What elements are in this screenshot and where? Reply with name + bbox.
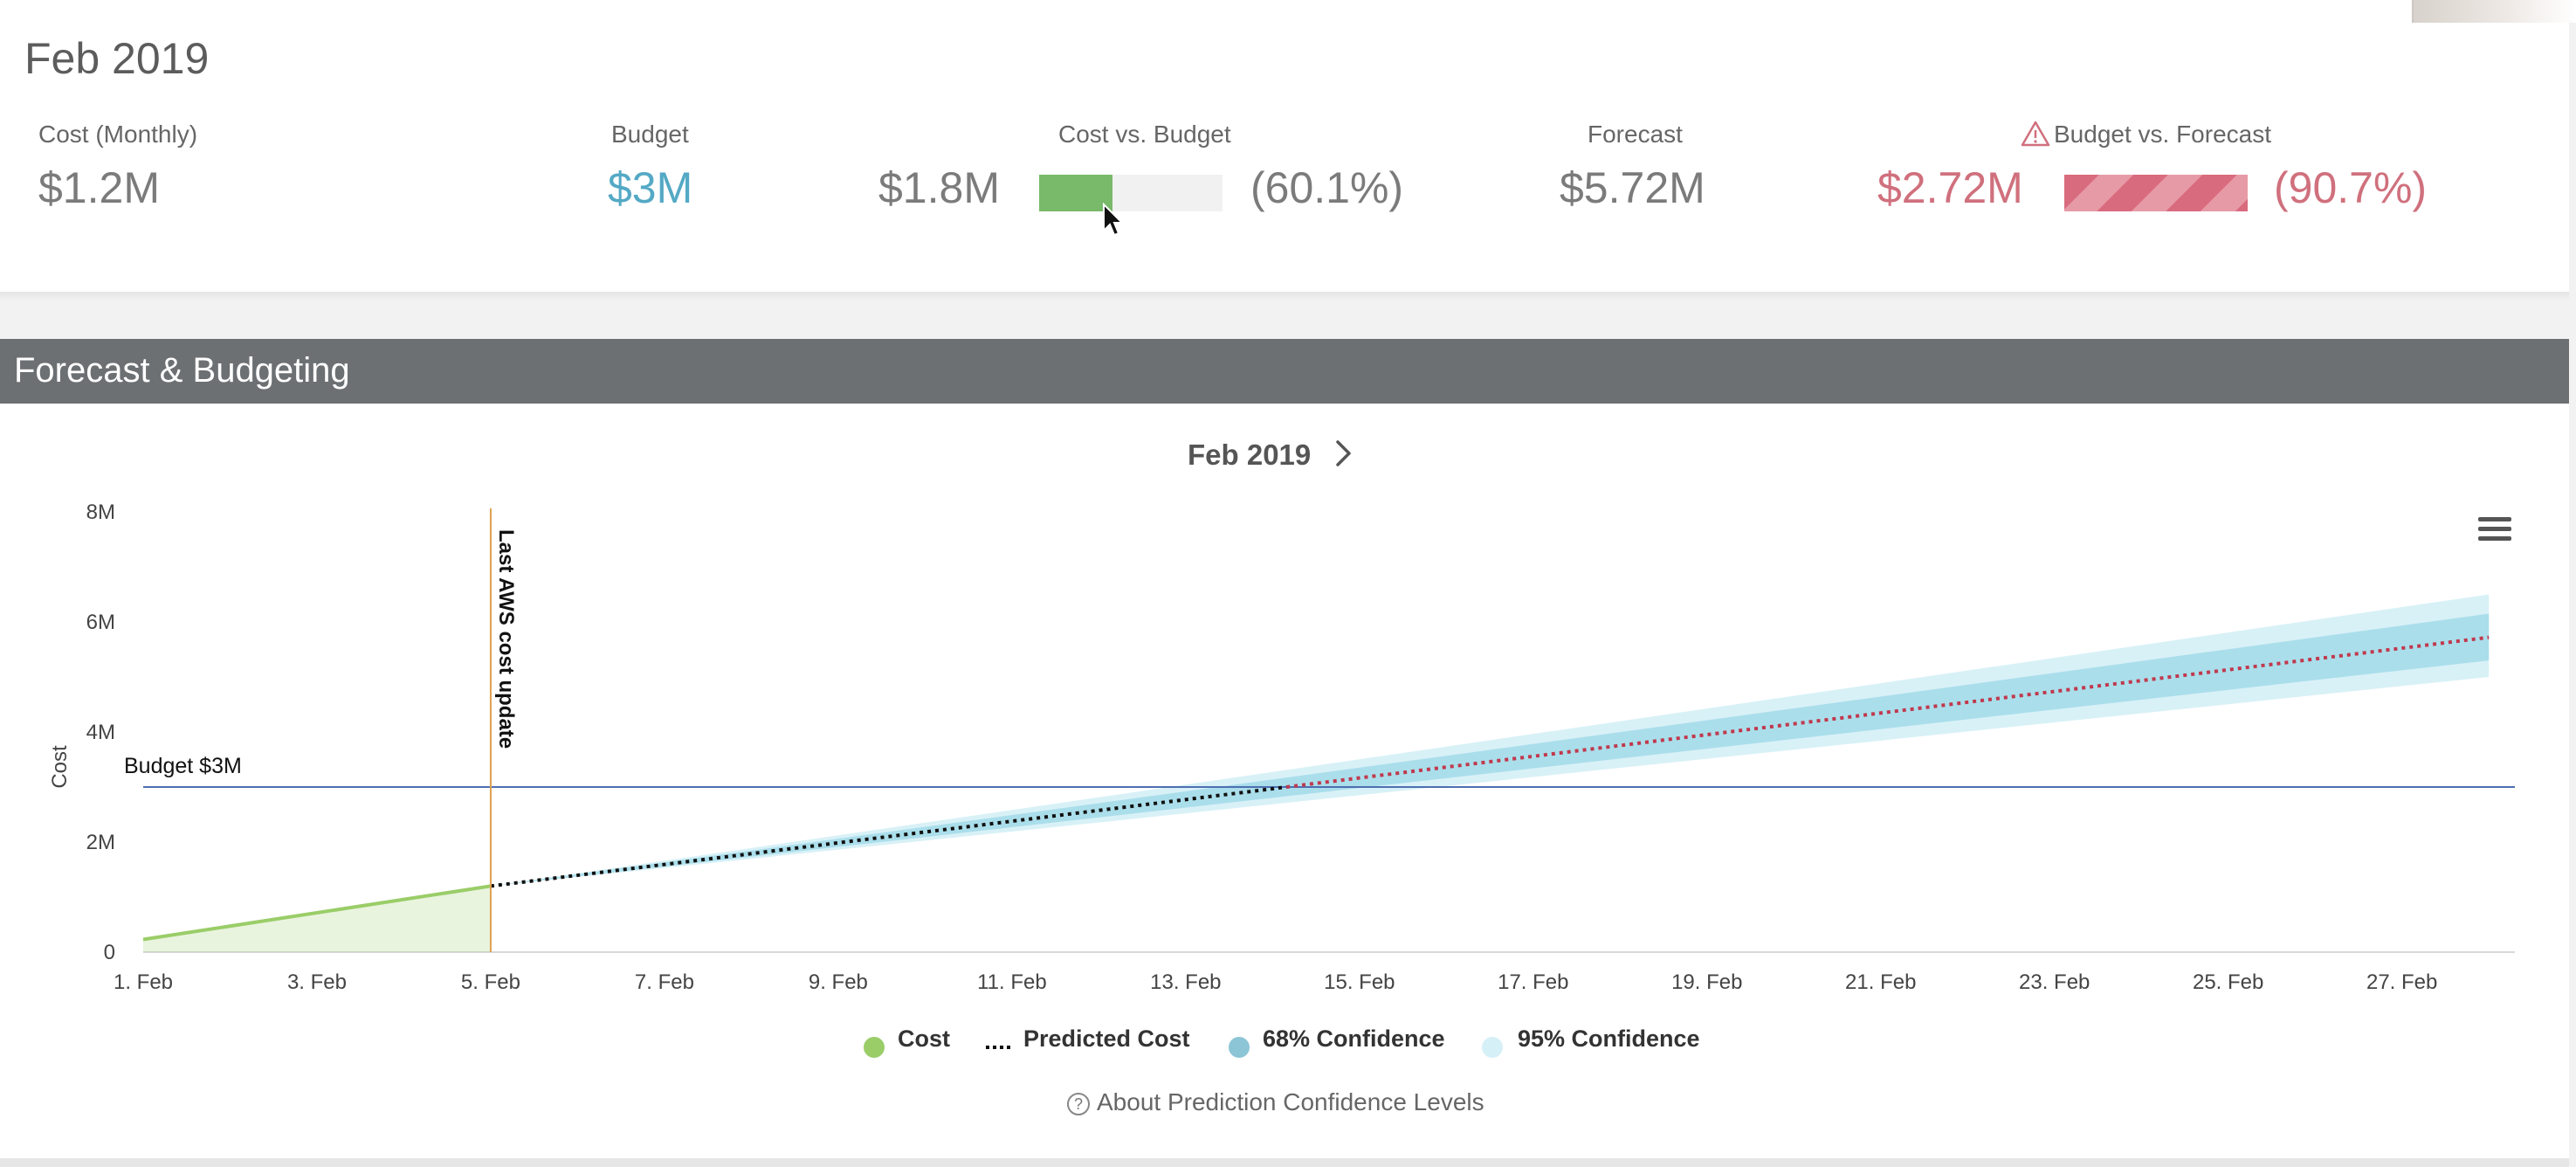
legend-68-confidence[interactable]: 68% Confidence xyxy=(1263,1025,1445,1053)
page-title: Feb 2019 xyxy=(24,34,210,83)
budget-vs-forecast-percent: (90.7%) xyxy=(2274,163,2428,212)
y-tick-label: 4M xyxy=(86,721,115,744)
x-tick-label: 19. Feb xyxy=(1671,970,1742,994)
y-tick-label: 6M xyxy=(86,611,115,634)
legend-conf68-marker xyxy=(1229,1037,1250,1058)
legend-conf95-marker xyxy=(1482,1037,1503,1058)
cost-vs-budget-label: Cost vs. Budget xyxy=(1058,121,1231,148)
budget-value[interactable]: $3M xyxy=(608,162,692,213)
x-tick-label: 5. Feb xyxy=(461,970,520,994)
last-update-label: Last AWS cost update xyxy=(494,529,518,749)
budget-vs-forecast-bar-fill xyxy=(2064,175,2248,211)
about-confidence-link[interactable]: ? About Prediction Confidence Levels xyxy=(1067,1088,1484,1116)
cost-vs-budget-percent: (60.1%) xyxy=(1250,163,1404,212)
budget-vs-forecast-label: Budget vs. Forecast xyxy=(2054,121,2272,148)
panel-bottom-shadow xyxy=(0,1158,2569,1167)
confidence-95-band xyxy=(490,594,2490,887)
predicted-cost-line-over-budget xyxy=(1285,635,2490,789)
x-tick-label: 1. Feb xyxy=(114,970,173,994)
forecast-label: Forecast xyxy=(1588,121,1683,148)
x-tick-label: 11. Feb xyxy=(977,970,1047,994)
x-tick-label: 7. Feb xyxy=(635,970,694,994)
budget-label: Budget xyxy=(611,121,689,148)
x-tick-label: 13. Feb xyxy=(1150,970,1221,994)
forecast-value: $5.72M xyxy=(1560,163,1705,212)
legend-cost-marker xyxy=(864,1037,885,1058)
x-tick-label: 25. Feb xyxy=(2193,970,2263,994)
x-tick-label: 3. Feb xyxy=(287,970,347,994)
x-tick-label: 17. Feb xyxy=(1498,970,1568,994)
warning-icon xyxy=(2021,121,2050,147)
x-tick-label: 15. Feb xyxy=(1324,970,1395,994)
help-circle-icon: ? xyxy=(1067,1093,1090,1115)
budget-line-label: Budget $3M xyxy=(124,754,242,778)
budget-vs-forecast-bar xyxy=(2064,175,2248,211)
corner-image xyxy=(2412,0,2576,23)
summary-shadow xyxy=(0,292,2569,300)
legend-predicted-marker xyxy=(986,1046,1014,1049)
cost-monthly-value: $1.2M xyxy=(38,163,160,212)
y-tick-label: 8M xyxy=(86,501,115,524)
x-tick-label: 9. Feb xyxy=(809,970,868,994)
y-axis-title: Cost xyxy=(48,745,72,789)
cost-monthly-label: Cost (Monthly) xyxy=(38,121,198,148)
legend-95-confidence[interactable]: 95% Confidence xyxy=(1518,1025,1700,1053)
about-confidence-text: About Prediction Confidence Levels xyxy=(1097,1088,1484,1115)
cost-vs-budget-bar xyxy=(1039,175,1223,211)
y-tick-label: 2M xyxy=(86,831,115,854)
x-tick-label: 23. Feb xyxy=(2019,970,2090,994)
cost-area xyxy=(143,886,491,952)
mouse-cursor-icon xyxy=(1103,203,1125,237)
x-tick-label: 27. Feb xyxy=(2366,970,2437,994)
legend-predicted-cost[interactable]: Predicted Cost xyxy=(1023,1025,1190,1053)
budget-vs-forecast-value: $2.72M xyxy=(1877,163,2023,212)
legend-cost[interactable]: Cost xyxy=(898,1025,950,1053)
y-tick-label: 0 xyxy=(104,941,115,964)
cost-vs-budget-value: $1.8M xyxy=(878,163,1000,212)
forecast-panel: Forecast & Budgeting Feb 2019 0 2M 4M 6M 8M C… xyxy=(0,339,2569,1158)
summary-card: Feb 2019 Cost (Monthly) $1.2M Budget $3M… xyxy=(0,0,2576,292)
x-tick-label: 21. Feb xyxy=(1845,970,1916,994)
hamburger-menu-icon[interactable] xyxy=(2478,517,2511,543)
